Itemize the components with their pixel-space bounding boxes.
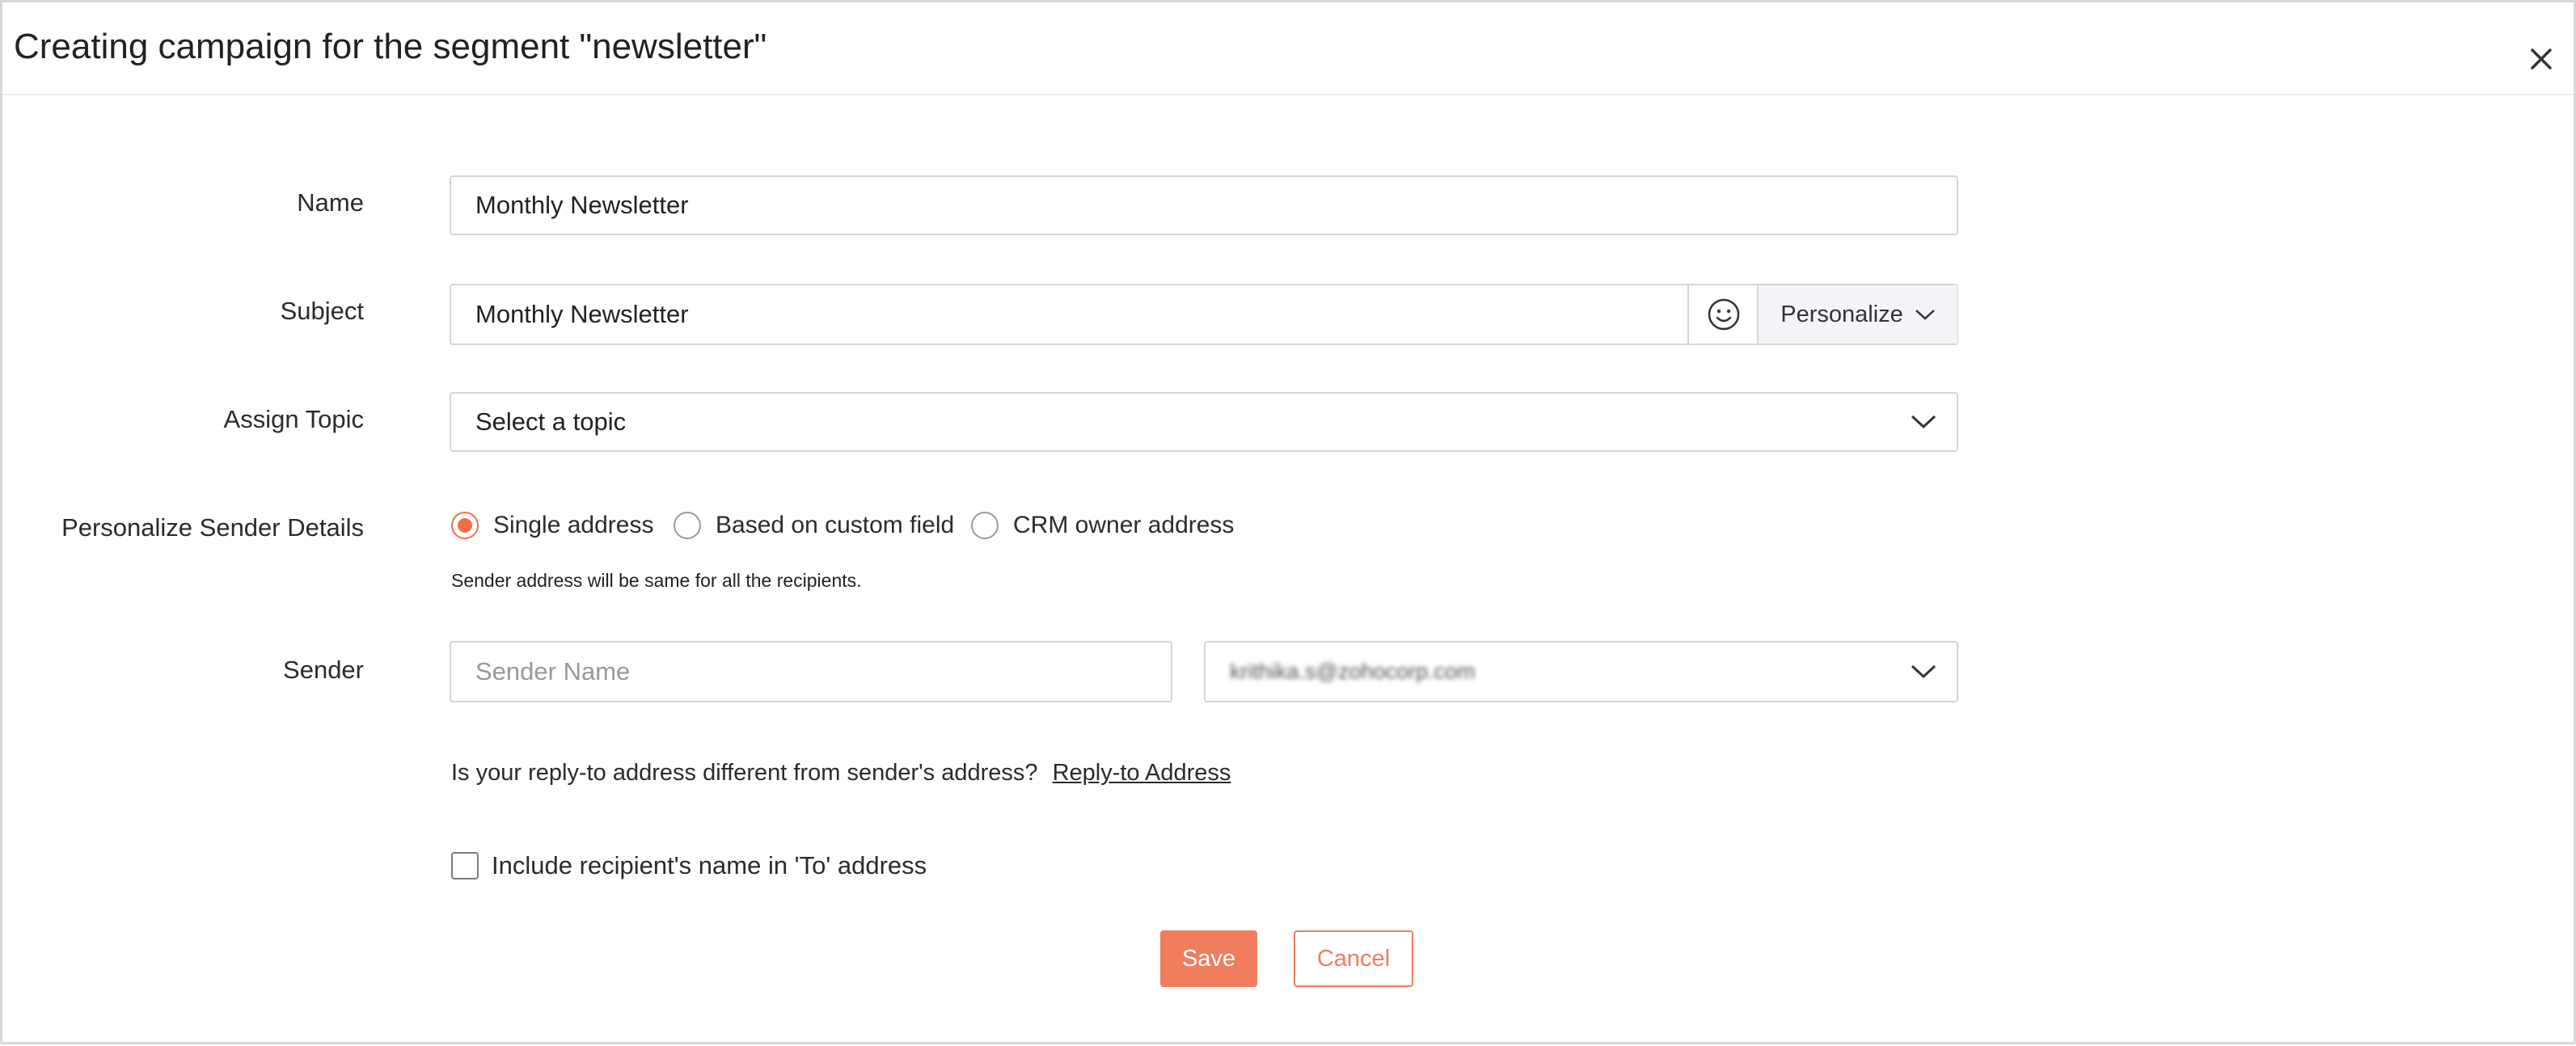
sender-name-placeholder: Sender Name [475, 657, 631, 685]
name-label: Name [297, 188, 364, 217]
radio-label: Single address [493, 512, 654, 538]
radio-label: CRM owner address [1013, 512, 1235, 538]
smiley-icon[interactable] [1687, 285, 1757, 344]
radio-single-address[interactable]: Single address [451, 512, 653, 539]
campaign-dialog: Creating campaign for the segment "newsl… [0, 0, 2576, 1044]
radio-crm-owner[interactable]: CRM owner address [971, 512, 1234, 539]
sender-email-value: krithika.s@zohocorp.com [1230, 659, 1476, 684]
topic-label: Assign Topic [223, 405, 364, 433]
dialog-title: Creating campaign for the segment "newsl… [14, 27, 767, 66]
topic-select-value: Select a topic [475, 407, 627, 436]
radio-custom-field[interactable]: Based on custom field [674, 512, 954, 539]
chevron-down-icon [1911, 415, 1936, 429]
name-input[interactable]: Monthly Newsletter [450, 175, 1958, 235]
personalize-label: Personalize [1780, 301, 1903, 327]
save-button[interactable]: Save [1160, 930, 1257, 987]
topic-select[interactable]: Select a topic [450, 392, 1958, 452]
chevron-down-icon [1915, 310, 1935, 320]
radio-indicator [674, 512, 701, 539]
subject-input[interactable]: Monthly Newsletter [475, 300, 689, 329]
close-icon[interactable] [2525, 43, 2557, 75]
subject-label: Subject [280, 297, 364, 325]
reply-to-question: Is your reply-to address different from … [451, 760, 1038, 786]
sender-hint: Sender address will be same for all the … [451, 570, 862, 591]
header-divider [2, 94, 2574, 95]
radio-indicator [971, 512, 999, 539]
chevron-down-icon [1911, 664, 1936, 679]
sender-details-label: Personalize Sender Details [61, 513, 364, 542]
include-name-checkbox[interactable] [451, 852, 479, 879]
radio-selected-indicator [451, 512, 479, 539]
personalize-button[interactable]: Personalize [1757, 285, 1957, 344]
sender-name-input[interactable]: Sender Name [450, 641, 1172, 702]
sender-label: Sender [283, 656, 364, 684]
reply-to-row: Is your reply-to address different from … [451, 760, 1231, 787]
name-input-value: Monthly Newsletter [475, 191, 689, 219]
include-name-label: Include recipient's name in 'To' address [492, 851, 927, 879]
cancel-button[interactable]: Cancel [1294, 930, 1413, 987]
include-name-row[interactable]: Include recipient's name in 'To' address [451, 851, 927, 880]
reply-to-link[interactable]: Reply-to Address [1053, 760, 1231, 786]
sender-email-select[interactable]: krithika.s@zohocorp.com [1204, 641, 1958, 702]
radio-label: Based on custom field [716, 512, 955, 538]
